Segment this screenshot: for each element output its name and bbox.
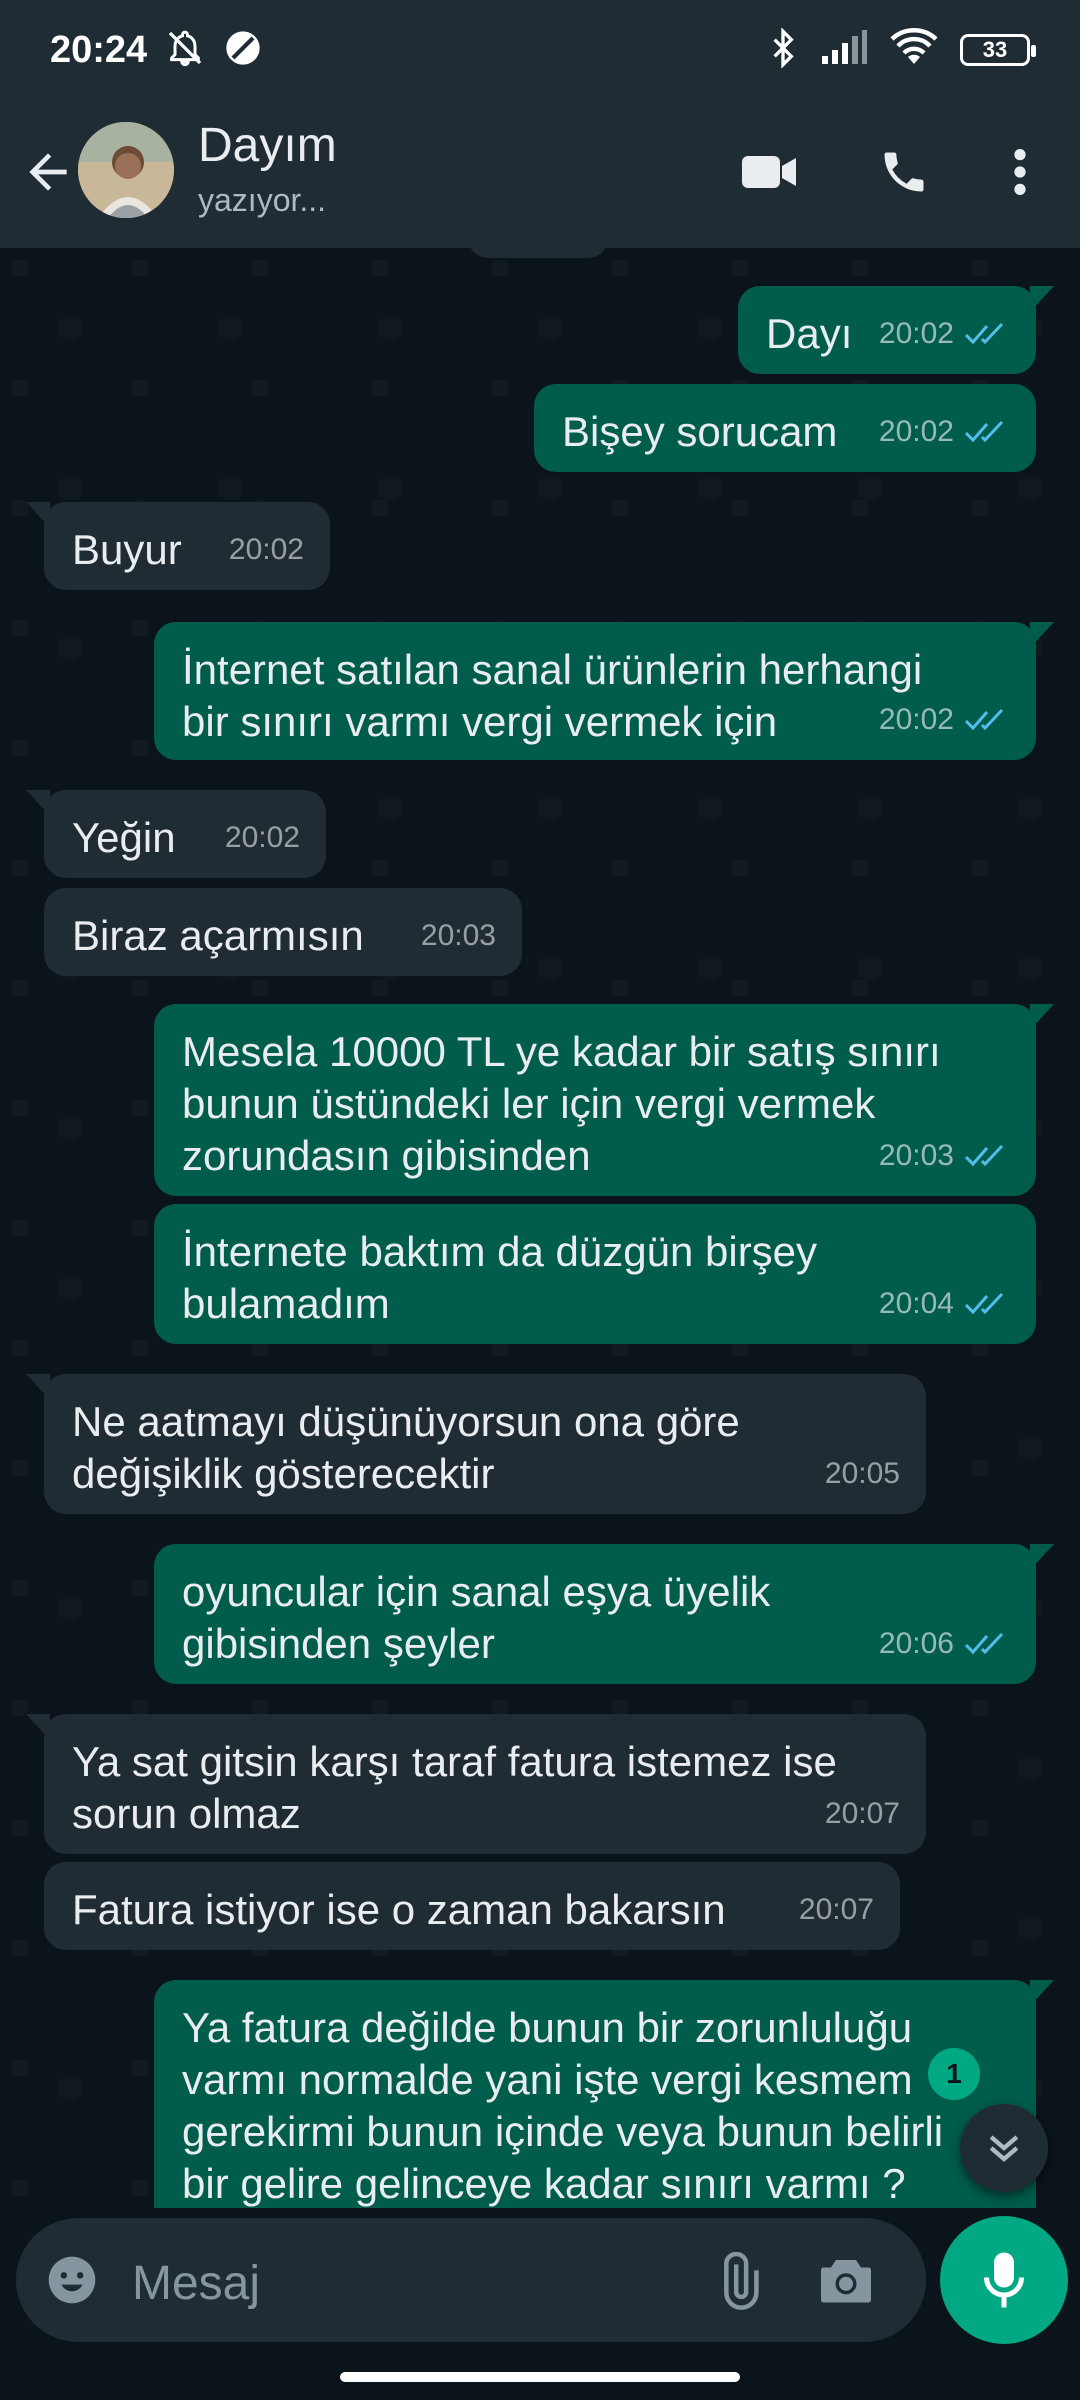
bell-off-icon [165, 28, 205, 73]
message-meta: 20:02 [879, 694, 1010, 746]
phone-icon[interactable] [872, 140, 936, 204]
double-check-icon [964, 708, 1004, 731]
message-bubble-incoming[interactable]: Ya sat gitsin karşı taraf fatura istemez… [26, 1714, 926, 1854]
message-text: Ya fatura değilde bunun bir zorunluluğu … [182, 2004, 944, 2207]
message-time: 20:06 [878, 1627, 954, 1660]
battery-indicator: 33 [960, 34, 1036, 66]
message-time: 20:07 [824, 1797, 900, 1830]
message-time: 20:02 [878, 703, 954, 736]
message-text: Fatura istiyor ise o zaman bakarsın [72, 1886, 726, 1933]
message-bubble-incoming[interactable]: Ne aatmayı düşünüyorsun ona göre değişik… [26, 1374, 926, 1514]
paperclip-icon[interactable] [708, 2251, 768, 2317]
double-chevron-down-icon[interactable] [960, 2104, 1048, 2192]
message-time: 20:03 [420, 919, 496, 952]
message-input-bar[interactable]: Mesaj [16, 2218, 926, 2342]
message-time: 20:03 [878, 1139, 954, 1172]
mic-icon[interactable] [940, 2216, 1068, 2344]
status-time: 20:24 [50, 28, 148, 71]
partial-message-bubble [468, 248, 608, 258]
message-meta: 20:07 [825, 1788, 900, 1840]
bubble-tail [1030, 1544, 1054, 1570]
emoji-icon[interactable] [44, 2252, 100, 2313]
bubble-tail [26, 1374, 50, 1400]
bubble-tail [1030, 1004, 1054, 1030]
bubble-tail [26, 790, 50, 816]
message-meta: 20:02 [229, 524, 304, 576]
more-vert-icon[interactable] [988, 140, 1052, 204]
message-meta: 20:07 [799, 1884, 874, 1936]
message-bubble-outgoing[interactable]: Bişey sorucam 20:02 [534, 384, 1036, 472]
message-meta: 20:04 [879, 1278, 1010, 1330]
message-bubble-outgoing[interactable]: oyuncular için sanal eşya üyelik gibisin… [154, 1544, 1054, 1684]
message-bubble-incoming[interactable]: Fatura istiyor ise o zaman bakarsın 20:0… [44, 1862, 900, 1950]
contact-status: yazıyor... [198, 182, 327, 218]
message-meta: 20:02 [225, 812, 300, 864]
message-time: 20:05 [824, 1457, 900, 1490]
bubble-tail [1030, 286, 1054, 312]
chat-header: Dayım yazıyor... [0, 100, 1080, 248]
message-bubble-incoming[interactable]: Biraz açarmısın 20:03 [44, 888, 522, 976]
message-bubble-outgoing[interactable]: İnternete baktım da düzgün birşey bulama… [154, 1204, 1036, 1344]
message-time: 20:02 [878, 415, 954, 448]
double-check-icon [964, 322, 1004, 345]
message-time: 20:02 [878, 317, 954, 350]
home-indicator[interactable] [340, 2372, 740, 2382]
message-text: Ne aatmayı düşünüyorsun ona göre değişik… [72, 1398, 740, 1497]
message-time: 20:02 [228, 533, 304, 566]
camera-icon[interactable] [816, 2252, 876, 2313]
bubble-tail [1030, 1980, 1054, 2006]
message-meta: 20:06 [879, 1618, 1010, 1670]
bubble-tail [1030, 622, 1054, 648]
whatsapp-chat-screen: 20:24 33 Dayım yazıyor... Dayı 20:02 Biş… [0, 0, 1080, 2400]
message-text: Ya sat gitsin karşı taraf fatura istemez… [72, 1738, 837, 1837]
data-saver-icon [223, 28, 263, 73]
message-meta: 20:03 [421, 910, 496, 962]
double-check-icon [964, 1292, 1004, 1315]
unread-count-badge: 1 [928, 2048, 980, 2100]
message-time: 20:02 [224, 821, 300, 854]
message-meta: 20:02 [879, 406, 1010, 458]
back-arrow-icon[interactable] [20, 144, 76, 200]
double-check-icon [964, 420, 1004, 443]
status-bar: 20:24 33 [0, 0, 1080, 100]
message-bubble-outgoing[interactable]: Mesela 10000 TL ye kadar bir satış sınır… [154, 1004, 1054, 1196]
bubble-tail [26, 1714, 50, 1740]
message-bubble-outgoing[interactable]: İnternet satılan sanal ürünlerin herhang… [154, 622, 1054, 760]
message-time: 20:07 [798, 1893, 874, 1926]
chat-messages-area[interactable]: Dayı 20:02 Bişey sorucam 20:02 Buyur 20:… [0, 248, 1080, 2208]
double-check-icon [964, 1632, 1004, 1655]
bubble-tail [26, 502, 50, 528]
message-meta: 20:03 [879, 1130, 1010, 1182]
message-bubble-incoming[interactable]: Buyur 20:02 [26, 502, 330, 590]
video-call-icon[interactable] [738, 140, 802, 204]
contact-name[interactable]: Dayım [198, 118, 337, 173]
message-bubble-outgoing[interactable]: Ya fatura değilde bunun bir zorunluluğu … [154, 1980, 1054, 2208]
message-bubble-outgoing[interactable]: Dayı 20:02 [738, 286, 1054, 374]
message-meta: 20:02 [879, 308, 1010, 360]
message-bubble-incoming[interactable]: Yeğin 20:02 [26, 790, 326, 878]
signal-icon [820, 29, 868, 71]
message-time: 20:04 [878, 1287, 954, 1320]
wifi-icon [890, 27, 938, 73]
message-input[interactable]: Mesaj [132, 2256, 260, 2311]
contact-avatar[interactable] [78, 122, 174, 218]
double-check-icon [964, 1144, 1004, 1167]
message-meta: 20:05 [825, 1448, 900, 1500]
bluetooth-icon [768, 26, 798, 73]
